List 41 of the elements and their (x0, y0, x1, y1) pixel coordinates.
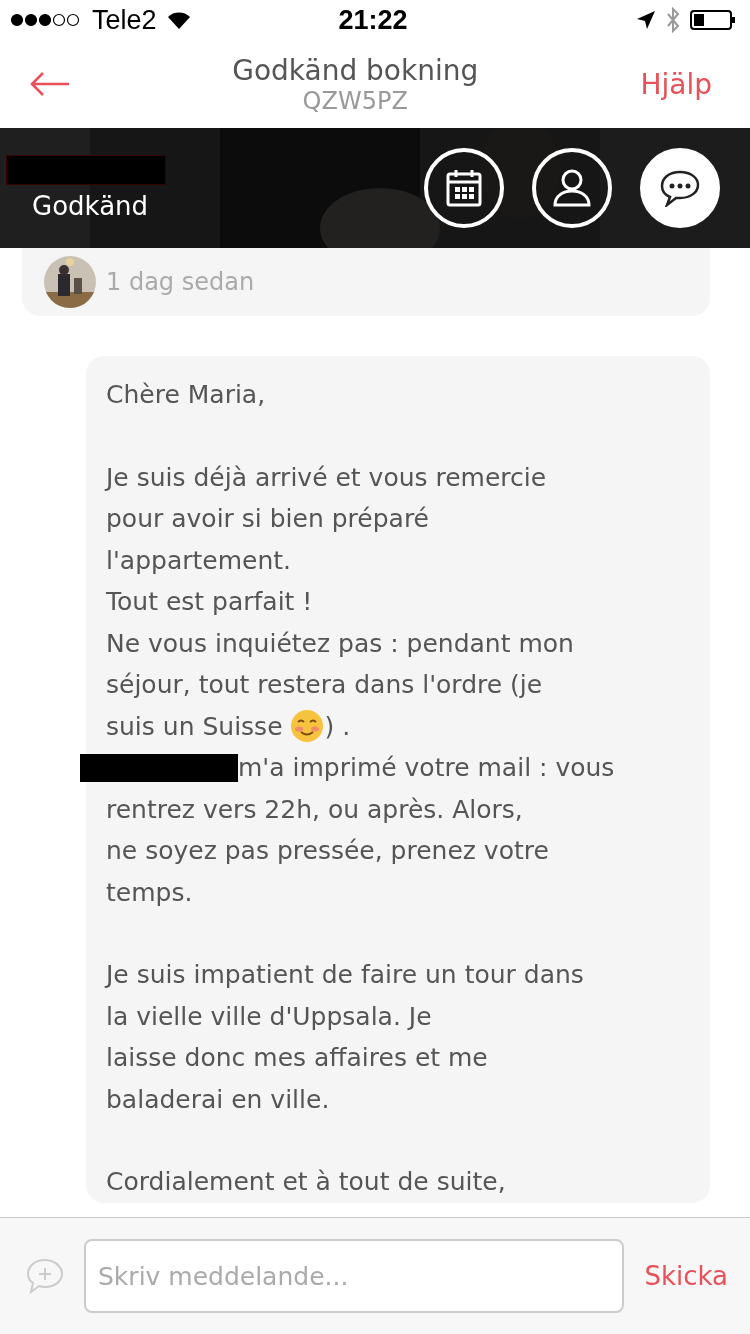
booking-status: Godkänd (31, 191, 150, 221)
carrier-label: Tele2 (92, 4, 157, 36)
add-comment-icon (26, 1258, 64, 1294)
bluetooth-icon (666, 7, 680, 33)
location-icon (636, 10, 656, 30)
message-line: la vielle ville d'Uppsala. Je (106, 1000, 433, 1033)
wifi-icon (166, 11, 191, 29)
calendar-tab[interactable] (424, 148, 504, 228)
battery-icon (690, 10, 736, 30)
message-line: Je suis impatient de faire un tour dans (106, 959, 585, 992)
back-button[interactable] (30, 71, 70, 97)
message-line: ) . (324, 711, 351, 741)
message-line: ne soyez pas pressée, prenez votre (106, 835, 550, 868)
person-tab[interactable] (532, 148, 612, 228)
message-line: l'appartement. (106, 544, 292, 577)
message-line: laisse donc mes affaires et me (106, 1042, 489, 1075)
booking-code: QZW5PZ (302, 86, 408, 115)
message-input[interactable]: Skriv meddelande... (84, 1239, 625, 1313)
signal-icon (10, 13, 82, 27)
message-line: temps. (106, 876, 194, 909)
message-line: Je suis déjà arrivé et vous remercie (106, 461, 548, 494)
message-line: séjour, tout restera dans l'ordre (je (106, 669, 544, 702)
message-line: rentrez vers 22h, ou après. Alors, (106, 793, 524, 826)
message-line: Ne vous inquiétez pas : pendant mon (106, 627, 575, 660)
nav-title: Godkänd bokning (232, 53, 479, 87)
smiley-icon (290, 709, 325, 744)
person-icon (552, 168, 592, 208)
message-line: baladerai en ville. (106, 1083, 331, 1116)
message-line: Tout est parfait ! (106, 586, 314, 619)
message-line: suis un Suisse (106, 711, 284, 741)
send-button[interactable]: Skicka (644, 1261, 728, 1291)
message-line: Chère Maria, (106, 379, 267, 412)
calendar-icon (446, 169, 482, 207)
message-line: Cordialement et à tout de suite, (106, 1166, 507, 1199)
clock: 21:22 (338, 4, 408, 36)
message-line: m'a imprimé votre mail : vous (238, 753, 615, 783)
message-line: pour avoir si bien préparé (106, 503, 430, 536)
chat-icon (659, 169, 701, 207)
back-arrow-icon (30, 71, 70, 97)
message-time: 1 dag sedan (106, 268, 255, 296)
help-button[interactable]: Hjälp (640, 67, 712, 101)
